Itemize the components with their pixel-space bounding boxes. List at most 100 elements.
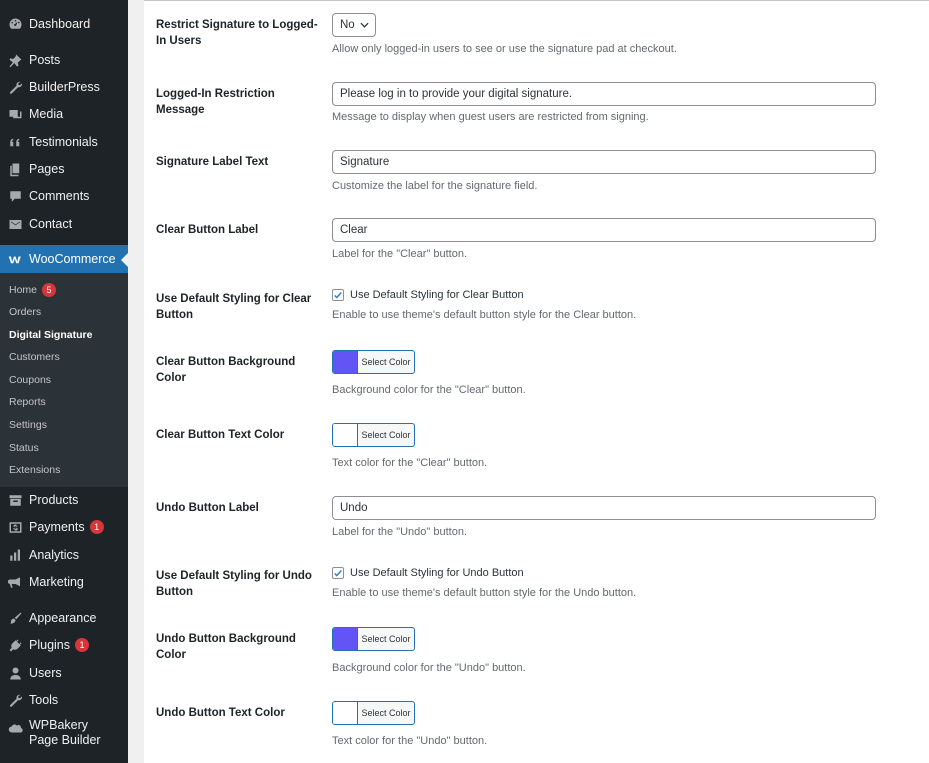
checkbox-label: Use Default Styling for Undo Button xyxy=(350,567,524,579)
woocommerce-submenu: Home 5 Orders Digital Signature Customer… xyxy=(0,273,128,487)
restriction-message-input[interactable] xyxy=(332,82,876,106)
wpbakery-icon xyxy=(7,721,23,737)
submenu-item-label: Orders xyxy=(9,306,42,318)
field-label: Restrict Signature to Logged-In Users xyxy=(156,19,318,47)
submenu-item-status[interactable]: Status xyxy=(9,439,39,457)
menu-item-marketing[interactable]: Marketing xyxy=(0,567,128,597)
menu-item-comments[interactable]: Comments xyxy=(0,181,128,211)
submenu-item-label: Extensions xyxy=(9,464,61,476)
undo-label-input[interactable] xyxy=(332,496,876,520)
menu-item-contact[interactable]: Contact xyxy=(0,209,128,239)
megaphone-icon xyxy=(7,574,23,590)
menu-item-label: Analytics xyxy=(29,547,80,562)
bar-chart-icon xyxy=(7,547,23,563)
payments-icon xyxy=(7,519,23,535)
menu-item-woocommerce[interactable]: WooCommerce xyxy=(0,245,128,273)
submenu-item-label: Customers xyxy=(9,351,60,363)
menu-item-appearance[interactable]: Appearance xyxy=(0,603,128,633)
color-swatch xyxy=(333,424,358,446)
color-swatch xyxy=(333,628,358,650)
clear-default-styling-option[interactable]: Use Default Styling for Clear Button xyxy=(332,289,524,301)
menu-item-label: Appearance xyxy=(29,610,97,625)
submenu-item-digital-signature[interactable]: Digital Signature xyxy=(9,326,92,344)
clear-bg-color-picker[interactable]: Select Color xyxy=(332,350,415,374)
menu-item-products[interactable]: Products xyxy=(0,485,128,515)
clear-text-color-picker[interactable]: Select Color xyxy=(332,423,415,447)
archive-icon xyxy=(7,492,23,508)
submenu-item-settings[interactable]: Settings xyxy=(9,416,47,434)
menu-item-label: Products xyxy=(29,492,79,507)
field-description: Customize the label for the signature fi… xyxy=(332,180,538,192)
field-description: Allow only logged-in users to see or use… xyxy=(332,43,677,55)
field-label: Clear Button Background Color xyxy=(156,356,296,384)
menu-item-posts[interactable]: Posts xyxy=(0,45,128,75)
field-description: Text color for the "Undo" button. xyxy=(332,735,488,747)
menu-item-payments[interactable]: Payments 1 xyxy=(0,512,128,542)
menu-item-label: Testimonials xyxy=(29,134,98,149)
clear-default-styling-checkbox[interactable] xyxy=(332,289,344,301)
menu-item-analytics[interactable]: Analytics xyxy=(0,540,128,570)
clear-label-input[interactable] xyxy=(332,218,876,242)
menu-item-tools[interactable]: Tools xyxy=(0,685,128,715)
menu-item-label: Dashboard xyxy=(29,16,91,31)
submenu-item-coupons[interactable]: Coupons xyxy=(9,371,51,389)
submenu-item-extensions[interactable]: Extensions xyxy=(9,461,60,479)
pin-icon xyxy=(7,52,23,68)
menu-item-label: Pages xyxy=(29,161,65,176)
menu-item-dashboard[interactable]: Dashboard xyxy=(0,9,128,39)
submenu-item-label: Status xyxy=(9,442,39,454)
tools-icon xyxy=(7,692,23,708)
undo-default-styling-option[interactable]: Use Default Styling for Undo Button xyxy=(332,567,524,579)
submenu-item-home[interactable]: Home 5 xyxy=(9,281,57,299)
submenu-item-reports[interactable]: Reports xyxy=(9,393,46,411)
menu-item-wpbakery[interactable]: WPBakery Page Builder xyxy=(0,718,128,752)
undo-default-styling-checkbox[interactable] xyxy=(332,567,344,579)
field-description: Text color for the "Clear" button. xyxy=(332,457,488,469)
submenu-item-customers[interactable]: Customers xyxy=(9,348,60,366)
submenu-item-label: Home xyxy=(9,284,38,296)
field-label: Logged-In Restriction Message xyxy=(156,88,275,116)
menu-item-builderpress[interactable]: BuilderPress xyxy=(0,72,128,102)
color-swatch xyxy=(333,351,358,373)
admin-sidebar: Dashboard Posts BuilderPress Media Testi… xyxy=(0,0,128,763)
field-label: Undo Button Label xyxy=(156,502,259,514)
field-description: Enable to use theme's default button sty… xyxy=(332,309,637,321)
undo-text-color-picker[interactable]: Select Color xyxy=(332,701,415,725)
menu-item-users[interactable]: Users xyxy=(0,658,128,688)
field-description: Label for the "Clear" button. xyxy=(332,248,468,260)
menu-item-pages[interactable]: Pages xyxy=(0,154,128,184)
menu-item-label: Posts xyxy=(29,52,61,67)
menu-item-label: WPBakery Page Builder xyxy=(29,718,101,747)
menu-item-label: Tools xyxy=(29,692,59,707)
menu-item-plugins[interactable]: Plugins 1 xyxy=(0,630,128,660)
notification-badge: 5 xyxy=(42,283,57,297)
checkbox-label: Use Default Styling for Clear Button xyxy=(350,289,524,301)
select-color-label: Select Color xyxy=(361,708,411,718)
media-icon xyxy=(7,106,23,122)
menu-item-testimonials[interactable]: Testimonials xyxy=(0,127,128,157)
menu-item-media[interactable]: Media xyxy=(0,99,128,129)
field-label: Clear Button Label xyxy=(156,224,259,236)
notification-badge: 1 xyxy=(89,520,104,534)
submenu-item-label: Settings xyxy=(9,419,47,431)
submenu-item-label: Coupons xyxy=(9,374,52,386)
menu-item-label: Contact xyxy=(29,216,73,231)
menu-item-label: BuilderPress xyxy=(29,79,100,94)
field-label: Use Default Styling for Undo Button xyxy=(156,570,312,598)
chevron-down-icon xyxy=(360,22,369,28)
pages-icon xyxy=(7,161,23,177)
comment-icon xyxy=(7,188,23,204)
undo-bg-color-picker[interactable]: Select Color xyxy=(332,627,415,651)
settings-panel: Restrict Signature to Logged-In Users No… xyxy=(144,0,929,763)
menu-item-label: Marketing xyxy=(29,574,84,589)
submenu-item-orders[interactable]: Orders xyxy=(9,303,41,321)
field-label: Undo Button Background Color xyxy=(156,633,296,661)
plugin-icon xyxy=(7,637,23,653)
field-description: Message to display when guest users are … xyxy=(332,111,649,123)
checkmark-icon xyxy=(334,291,342,299)
restrict-select[interactable]: No xyxy=(332,13,376,37)
mail-icon xyxy=(7,216,23,232)
menu-item-label: Users xyxy=(29,665,62,680)
checkmark-icon xyxy=(334,569,342,577)
signature-label-input[interactable] xyxy=(332,150,876,174)
